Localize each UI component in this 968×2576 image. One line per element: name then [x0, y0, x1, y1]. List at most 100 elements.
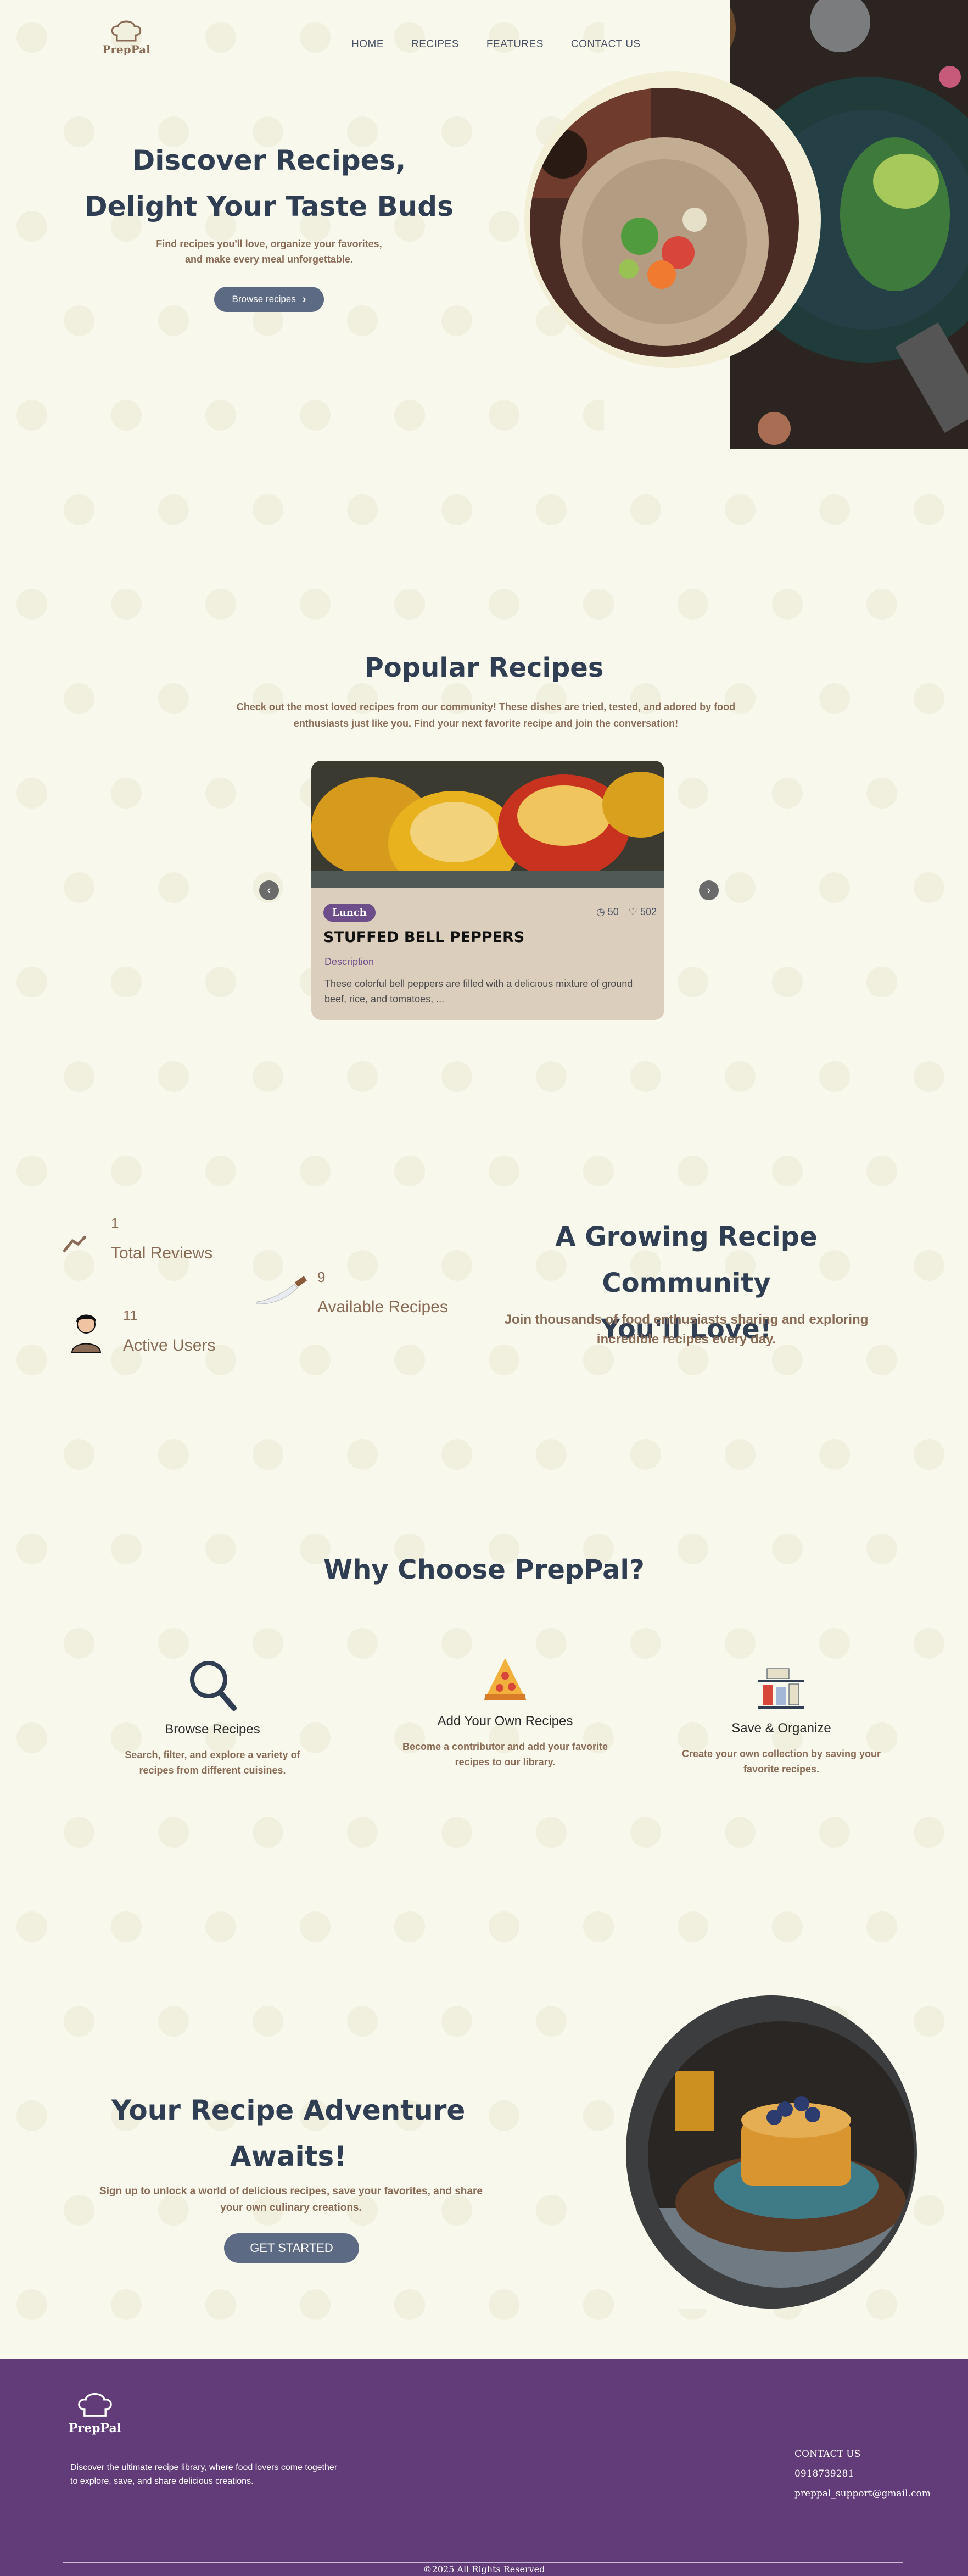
- pattern-dot: [866, 589, 897, 620]
- pattern-dot: [772, 1156, 803, 1186]
- pattern-dot: [16, 2289, 47, 2320]
- pattern-dot: [205, 2289, 236, 2320]
- pattern-dot: [678, 778, 708, 809]
- pattern-dot: [347, 305, 378, 336]
- pattern-dot: [158, 1061, 189, 1092]
- pattern-dot: [725, 1817, 756, 1848]
- pattern-dot: [441, 1628, 472, 1659]
- pattern-dot: [536, 2006, 567, 2037]
- total-reviews-count: 1: [111, 1215, 119, 1231]
- get-started-button[interactable]: GET STARTED: [224, 2233, 359, 2263]
- pattern-dot: [253, 1628, 283, 1659]
- pattern-dot: [300, 1345, 331, 1375]
- pattern-dot: [158, 494, 189, 525]
- active-users-label: Active Users: [123, 1336, 216, 1354]
- pattern-dot: [253, 1817, 283, 1848]
- brand-logo[interactable]: PrepPal: [102, 20, 151, 56]
- recipe-card[interactable]: Lunch ◷ 50 ♡ 502 STUFFED BELL PEPPERS De…: [311, 761, 664, 1020]
- pattern-dot: [253, 494, 283, 525]
- contact-email[interactable]: preppal_support@gmail.com: [794, 2484, 931, 2503]
- pattern-dot: [205, 1156, 236, 1186]
- pattern-dot: [819, 683, 850, 714]
- nav-recipes[interactable]: RECIPES: [411, 38, 459, 51]
- pattern-dot: [914, 1817, 944, 1848]
- pancake-photo: [648, 2021, 914, 2288]
- pattern-dot: [489, 1156, 519, 1186]
- pattern-dot: [205, 22, 236, 53]
- pattern-dot: [111, 778, 142, 809]
- pattern-dot: [111, 400, 142, 431]
- pattern-dot: [819, 872, 850, 903]
- hero-subtitle-line1: Find recipes you'll love, organize your …: [156, 238, 382, 249]
- magnifier-icon: [108, 1659, 317, 1714]
- pattern-dot: [819, 1061, 850, 1092]
- footer-contact: CONTACT US 0918739281 preppal_support@gm…: [794, 2444, 931, 2503]
- pattern-dot: [158, 1817, 189, 1848]
- contact-phone[interactable]: 0918739281: [794, 2464, 931, 2484]
- chevron-right-icon: ›: [302, 293, 306, 305]
- pattern-dot: [914, 2006, 944, 2037]
- pattern-dot: [158, 2006, 189, 2037]
- recipe-stats: ◷ 50 ♡ 502: [596, 906, 657, 918]
- nav-home[interactable]: HOME: [351, 38, 384, 51]
- pattern-dot: [16, 2100, 47, 2131]
- available-recipes-label: Available Recipes: [317, 1298, 448, 1316]
- footer-logo[interactable]: PrepPal: [69, 2392, 121, 2435]
- available-recipes-count: 9: [317, 1269, 326, 1285]
- carousel-prev-button[interactable]: ‹: [259, 880, 279, 900]
- pattern-dot: [253, 2006, 283, 2037]
- hero-plate-photo: [530, 88, 799, 357]
- pattern-dot: [583, 2289, 614, 2320]
- pattern-dot: [347, 494, 378, 525]
- pattern-dot: [914, 494, 944, 525]
- pattern-dot: [772, 778, 803, 809]
- pattern-dot: [64, 494, 94, 525]
- pattern-dot: [16, 589, 47, 620]
- pattern-dot: [914, 1439, 944, 1470]
- pattern-dot: [64, 872, 94, 903]
- pattern-dot: [16, 211, 47, 242]
- clock-icon: ◷: [596, 906, 605, 917]
- pattern-dot: [16, 400, 47, 431]
- pattern-dot: [678, 1911, 708, 1942]
- browse-recipes-button[interactable]: Browse recipes ›: [214, 287, 324, 312]
- pattern-dot: [16, 1156, 47, 1186]
- recipe-card-photo: [311, 761, 664, 895]
- pattern-dot: [489, 589, 519, 620]
- pattern-dot: [158, 1439, 189, 1470]
- feature-browse: Browse Recipes Search, filter, and explo…: [108, 1659, 317, 1778]
- like-count: 502: [640, 906, 657, 917]
- pattern-dot: [300, 1911, 331, 1942]
- pattern-dot: [300, 22, 331, 53]
- pattern-dot: [536, 1628, 567, 1659]
- pattern-dot: [205, 778, 236, 809]
- pattern-dot: [16, 967, 47, 997]
- heart-icon: ♡: [628, 906, 637, 917]
- carousel-next-button[interactable]: ›: [699, 880, 719, 900]
- adventure-title: Your Recipe Adventure Awaits!: [82, 2087, 494, 2179]
- nav-features[interactable]: FEATURES: [486, 38, 544, 51]
- pattern-dot: [347, 1628, 378, 1659]
- nav-contact-us[interactable]: CONTACT US: [571, 38, 641, 51]
- pattern-dot: [16, 1911, 47, 1942]
- pattern-dot: [914, 1628, 944, 1659]
- pattern-dot: [205, 589, 236, 620]
- pattern-dot: [489, 2289, 519, 2320]
- pattern-dot: [394, 1911, 425, 1942]
- pattern-dot: [725, 1628, 756, 1659]
- pattern-dot: [394, 1156, 425, 1186]
- pattern-dot: [347, 1439, 378, 1470]
- pattern-dot: [725, 1439, 756, 1470]
- pattern-dot: [819, 494, 850, 525]
- pattern-dot: [64, 683, 94, 714]
- pattern-dot: [914, 872, 944, 903]
- pattern-dot: [630, 1817, 661, 1848]
- pattern-dot: [158, 1628, 189, 1659]
- pattern-dot: [583, 2100, 614, 2131]
- pattern-dot: [347, 2006, 378, 2037]
- pattern-dot: [866, 1156, 897, 1186]
- pattern-dot: [866, 1911, 897, 1942]
- pattern-dot: [630, 1439, 661, 1470]
- feature-add-title: Add Your Own Recipes: [437, 1714, 573, 1729]
- chef-hat-icon: [109, 20, 143, 43]
